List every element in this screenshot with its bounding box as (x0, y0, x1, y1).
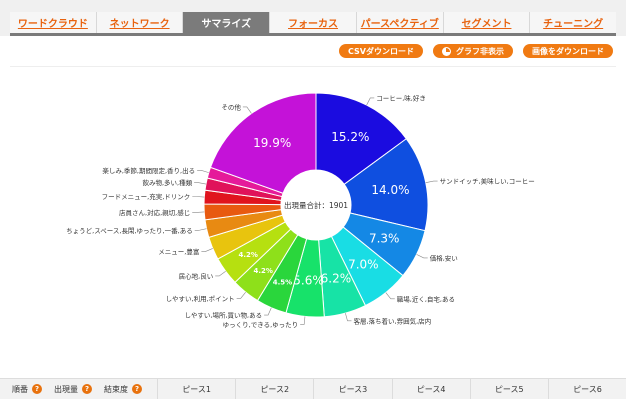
slice-leader-line (345, 312, 352, 322)
connection-help-icon[interactable]: ? (132, 384, 142, 394)
order-help-icon[interactable]: ? (32, 384, 42, 394)
tab-3[interactable]: サマライズ (182, 12, 270, 33)
slice-leader-line (215, 270, 226, 277)
slice-outer-label: 楽しみ,季節,期間限定,香り,出る (102, 166, 195, 175)
tab-2[interactable]: ネットワーク (95, 12, 183, 33)
slice-leader-line (264, 307, 272, 316)
total-count-label: 出現量合計：1901 (284, 200, 348, 210)
slice-leader-line (242, 106, 252, 114)
tab-7[interactable]: チューニング (529, 12, 617, 33)
slice-outer-label: メニュー,豊富 (158, 247, 199, 256)
piece-tab-6[interactable]: ピース6 (547, 379, 626, 399)
slice-leader-line (385, 292, 395, 300)
piece-tab-3[interactable]: ピース3 (313, 379, 391, 399)
count-label: 出現量 (54, 384, 78, 394)
slice-percent-label: 7.0% (348, 257, 379, 271)
tab-1[interactable]: ワードクラウド (10, 12, 96, 33)
slice-leader-line (416, 254, 428, 259)
piece-tabs: ピース1 ピース2 ピース3 ピース4 ピース5 ピース6 (157, 379, 626, 399)
slice-leader-line (192, 196, 205, 198)
hide-graph-label: グラフ非表示 (456, 46, 504, 56)
slice-outer-label: しやすい,利用,ポイント (166, 294, 235, 303)
connection-label: 結束度 (104, 384, 128, 394)
slice-leader-line (300, 316, 306, 325)
hide-graph-button[interactable]: グラフ非表示 (433, 44, 513, 58)
slice-leader-line (194, 228, 207, 231)
slice-outer-label: 客層,落ち着い,雰囲気,店内 (353, 316, 431, 325)
donut-chart: 15.2% コーヒー,味,好き 14.0% サンドイッチ,美味しい,コーヒー 7.3% 価… (66, 92, 535, 329)
slice-percent-label: 5.6% (293, 274, 324, 288)
slice-outer-label: 店員さん,対応,親切,感じ (119, 208, 190, 217)
tab-6[interactable]: セグメント (442, 12, 530, 33)
order-sort-control[interactable]: 順番? (12, 384, 42, 395)
slice-percent-label: 4.5% (273, 279, 292, 287)
count-sort-control[interactable]: 出現量? (54, 384, 92, 395)
piece-tab-4[interactable]: ピース4 (391, 379, 470, 399)
summary-footer: 順番? 出現量? 結束度? ピース1 ピース2 ピース3 ピース4 ピース5 ピース6 (0, 378, 626, 399)
piece-tab-2[interactable]: ピース2 (235, 379, 313, 399)
slice-outer-label: ゆっくり,できる,ゆったり (223, 321, 299, 329)
slice-outer-label: 職場,近く,自宅,ある (397, 294, 455, 303)
slice-outer-label: しやすい,場所,買い物,ある (184, 311, 262, 320)
slice-percent-label: 15.2% (331, 130, 369, 144)
tab-row: ワードクラウド ネットワーク サマライズ フォーカス パースペクティブ セグメント チューニ… (10, 12, 617, 36)
slice-outer-label: ちょうど,スペース,長閑,ゆったり,一番,ある (66, 227, 193, 235)
piece-tab-1[interactable]: ピース1 (157, 379, 235, 399)
slice-outer-label: その他 (221, 102, 241, 111)
order-label: 順番 (12, 384, 28, 394)
save-image-label: 画像をダウンロード (532, 46, 604, 56)
slice-outer-label: 飲み物,多い,種類 (142, 178, 192, 187)
piece-tab-5[interactable]: ピース5 (469, 379, 548, 399)
csv-download-label: CSVダウンロード (348, 46, 414, 56)
tab-bar: ワードクラウド ネットワーク サマライズ フォーカス パースペクティブ セグメント チューニ… (0, 0, 626, 36)
count-help-icon[interactable]: ? (82, 384, 92, 394)
save-image-button[interactable]: 画像をダウンロード (523, 44, 613, 58)
slice-percent-label: 4.2% (239, 251, 258, 259)
slice-leader-line (366, 97, 375, 106)
csv-download-button[interactable]: CSVダウンロード (339, 44, 423, 58)
chart-panel: 15.2% コーヒー,味,好き 14.0% サンドイッチ,美味しい,コーヒー 7.3% 価… (10, 66, 616, 375)
slice-outer-label: コーヒー,味,好き (376, 93, 426, 102)
tab-4[interactable]: フォーカス (269, 12, 356, 33)
slice-leader-line (201, 248, 213, 252)
slice-outer-label: フードメニュー,充実,ドリンク (102, 192, 191, 201)
slice-outer-label: サンドイッチ,美味しい,コーヒー (440, 177, 535, 186)
slice-outer-label: 居心地,良い (179, 271, 214, 280)
tab-5[interactable]: パースペクティブ (355, 12, 443, 33)
slice-leader-line (425, 180, 438, 183)
connection-sort-control[interactable]: 結束度? (104, 384, 142, 395)
slice-percent-label: 14.0% (371, 183, 409, 197)
slice-percent-label: 7.3% (369, 232, 400, 246)
slice-leader-line (197, 170, 209, 173)
slice-leader-line (194, 182, 207, 185)
slice-leader-line (236, 291, 246, 299)
pie-chart-icon (442, 46, 451, 56)
slice-percent-label: 6.2% (321, 271, 352, 285)
slice-percent-label: 19.9% (253, 136, 291, 150)
slice-percent-label: 4.2% (254, 267, 273, 275)
slice-outer-label: 価格,安い (430, 253, 458, 262)
action-buttons: CSVダウンロード グラフ非表示 画像をダウンロード (339, 44, 613, 58)
